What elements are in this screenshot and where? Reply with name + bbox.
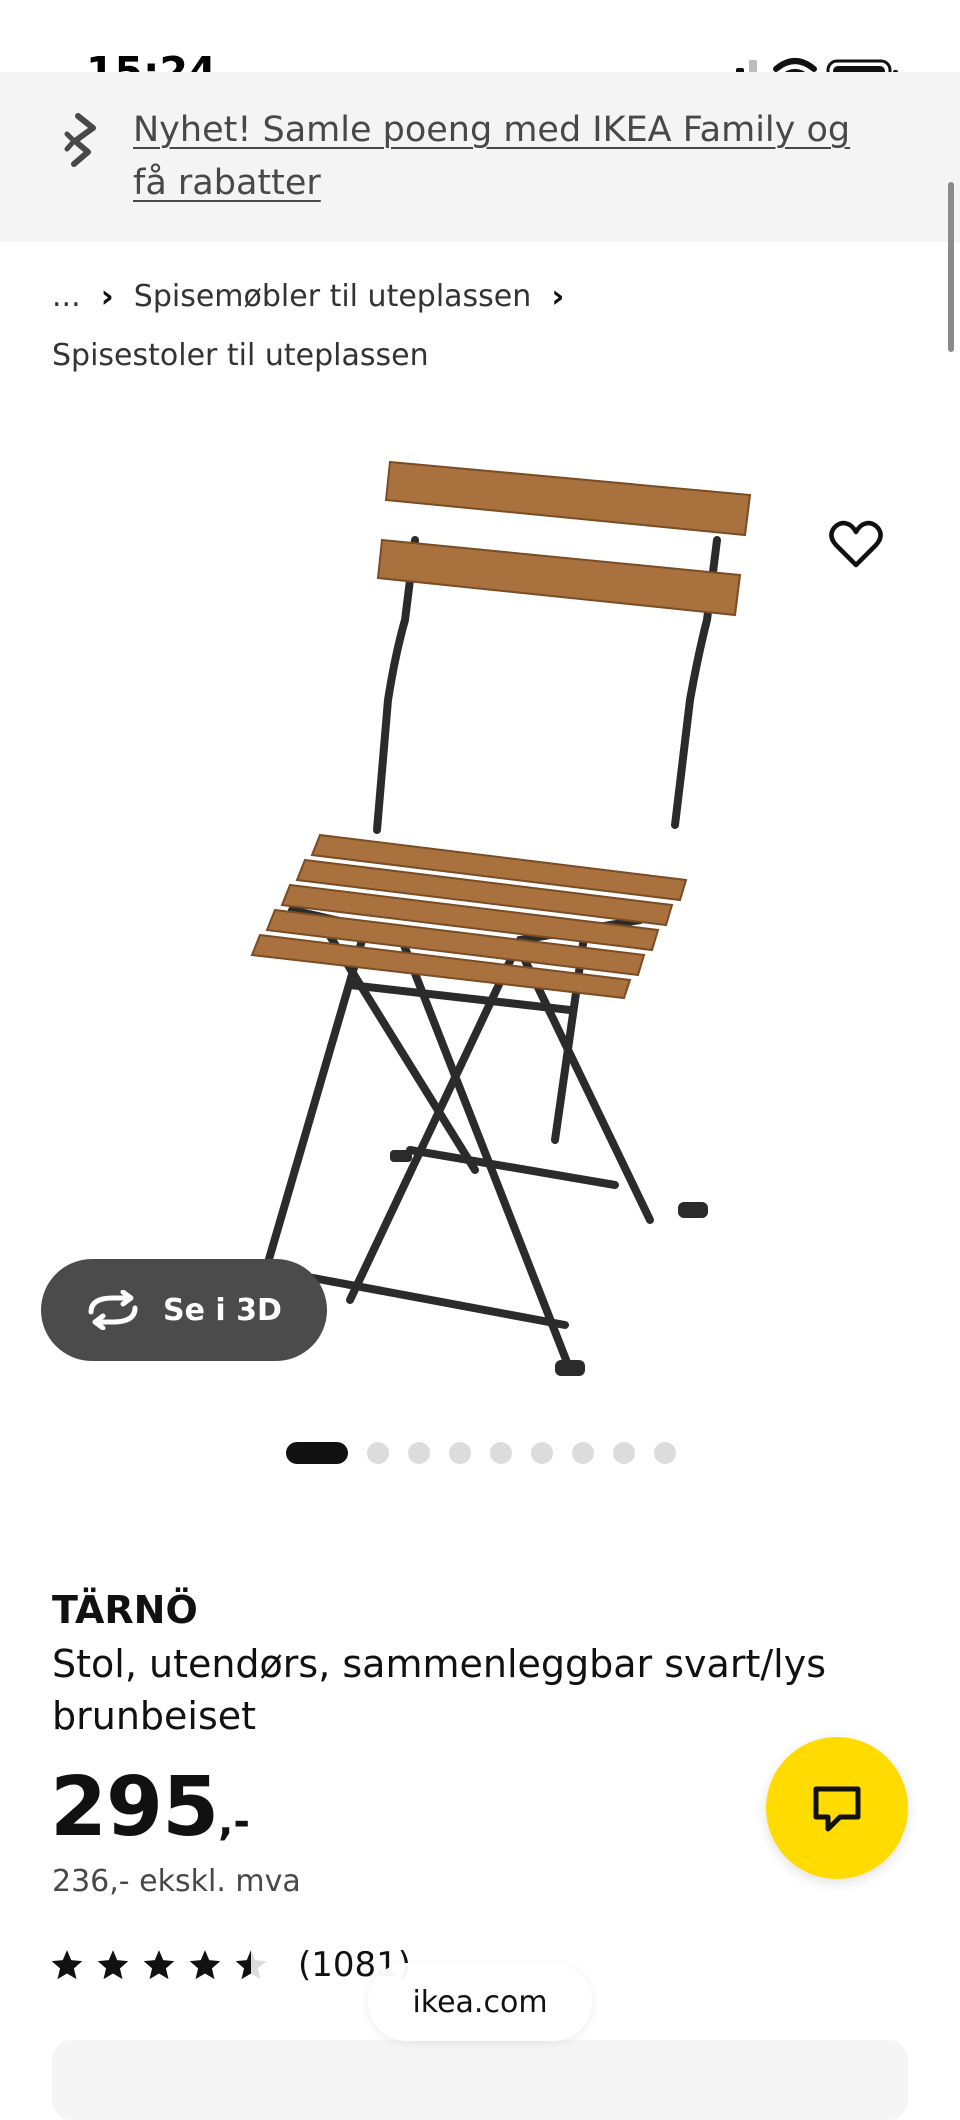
- view-in-3d-button[interactable]: Se i 3D: [41, 1259, 327, 1361]
- gallery-dot[interactable]: [449, 1442, 471, 1464]
- chat-button[interactable]: [766, 1737, 908, 1879]
- product-description: Stol, utendørs, sammenleggbar svart/lys …: [52, 1642, 826, 1738]
- price-suffix: ,-: [218, 1799, 250, 1845]
- price-integer: 295: [50, 1760, 219, 1855]
- star-icon: [143, 1950, 175, 1980]
- gallery-dot[interactable]: [654, 1442, 676, 1464]
- star-icon: [97, 1950, 129, 1980]
- gallery-pagination: [286, 1442, 695, 1464]
- gallery-dot[interactable]: [490, 1442, 512, 1464]
- star-icon: [51, 1950, 83, 1980]
- view-in-3d-label: Se i 3D: [163, 1292, 282, 1328]
- product-image[interactable]: [190, 440, 770, 1400]
- breadcrumb-ellipsis[interactable]: ...: [52, 279, 81, 314]
- heart-icon[interactable]: [828, 518, 884, 570]
- chevron-right-icon: ›: [100, 277, 114, 315]
- chat-icon: [813, 1786, 861, 1832]
- chevron-right-icon: ›: [551, 277, 565, 315]
- gallery-dot[interactable]: [367, 1442, 389, 1464]
- gallery-dot[interactable]: [613, 1442, 635, 1464]
- bottom-card: [52, 2040, 908, 2120]
- gallery-dot[interactable]: [531, 1442, 553, 1464]
- gallery-dot[interactable]: [572, 1442, 594, 1464]
- ikea-family-banner[interactable]: Nyhet! Samle poeng med IKEA Family og få…: [0, 72, 960, 242]
- breadcrumb: ... › Spisemøbler til uteplassen › Spise…: [52, 270, 912, 382]
- breadcrumb-link-dining-furniture[interactable]: Spisemøbler til uteplassen: [134, 279, 532, 314]
- browser-url-pill[interactable]: ikea.com: [368, 1963, 592, 2041]
- breadcrumb-current[interactable]: Spisestoler til uteplassen: [52, 330, 912, 382]
- gallery-dot[interactable]: [408, 1442, 430, 1464]
- product-rating[interactable]: (1081): [50, 1945, 411, 1985]
- gallery-dot[interactable]: [286, 1442, 348, 1464]
- rotate-3d-icon: [88, 1290, 138, 1330]
- star-icon: [189, 1950, 221, 1980]
- price-excl-vat: 236,- ekskl. mva: [52, 1864, 301, 1899]
- ikea-family-icon: [64, 113, 96, 167]
- browser-url: ikea.com: [412, 1984, 548, 2020]
- banner-link[interactable]: Nyhet! Samle poeng med IKEA Family og få…: [133, 104, 893, 210]
- product-price: 295,-: [50, 1760, 250, 1855]
- product-name: TÄRNÖ: [52, 1588, 198, 1632]
- star-half-icon: [235, 1950, 267, 1980]
- status-bar: 15:24: [0, 0, 960, 96]
- page-scrollbar[interactable]: [948, 182, 954, 352]
